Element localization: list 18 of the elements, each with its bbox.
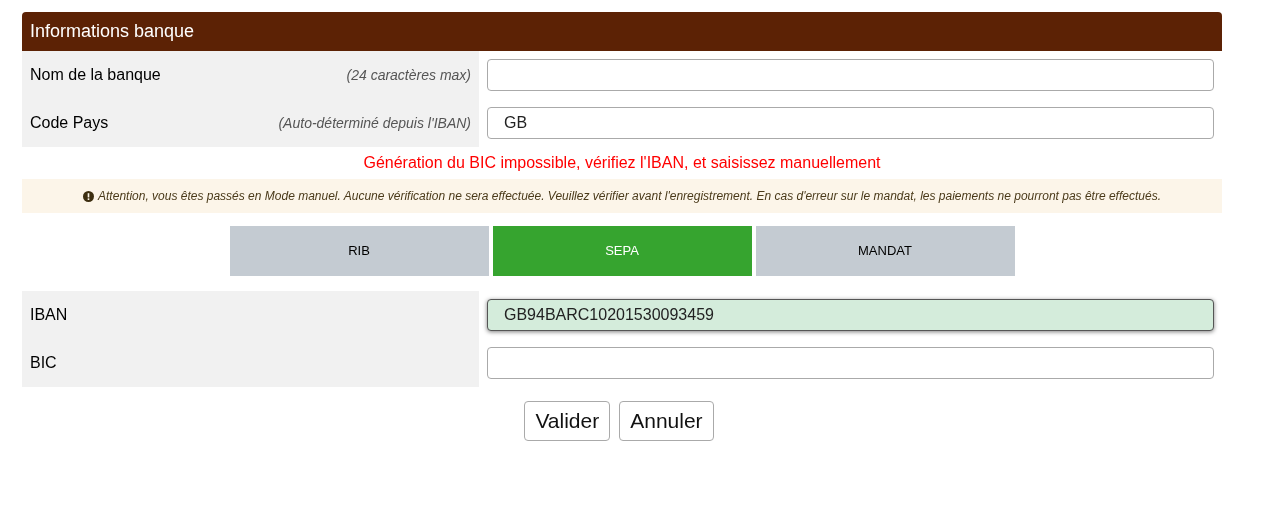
field-label: BIC bbox=[30, 353, 57, 373]
field-label: IBAN bbox=[30, 305, 68, 325]
section-header: Informations banque bbox=[22, 12, 1222, 51]
exclamation-icon bbox=[83, 190, 95, 202]
field-hint: (24 caractères max) bbox=[346, 65, 471, 85]
input-field[interactable] bbox=[487, 347, 1214, 379]
form-button[interactable]: Valider bbox=[524, 401, 611, 441]
field-label: Nom de la banque bbox=[30, 65, 161, 85]
error-message: Génération du BIC impossible, vérifiez l'IBAN, et saisissez manuellement bbox=[363, 153, 881, 173]
warning-text: Attention, vous êtes passés en Mode manuel. Aucune vérification ne sera effectuée. Veuillez vérifier avant l'enregistrement. En cas d'erreur sur le mandat, les paiements ne pourront pas être effectués. bbox=[98, 188, 1161, 205]
input-field[interactable] bbox=[487, 59, 1214, 91]
field-hint: (Auto-déterminé depuis l'IBAN) bbox=[278, 113, 471, 133]
input-field[interactable]: GB bbox=[487, 107, 1214, 139]
tab[interactable]: MANDAT bbox=[755, 226, 1015, 276]
form-button[interactable]: Annuler bbox=[619, 401, 714, 441]
input-field[interactable]: GB94BARC10201530093459 bbox=[487, 299, 1214, 331]
tab[interactable]: RIB bbox=[229, 226, 489, 276]
field-label: Code Pays bbox=[30, 113, 109, 133]
